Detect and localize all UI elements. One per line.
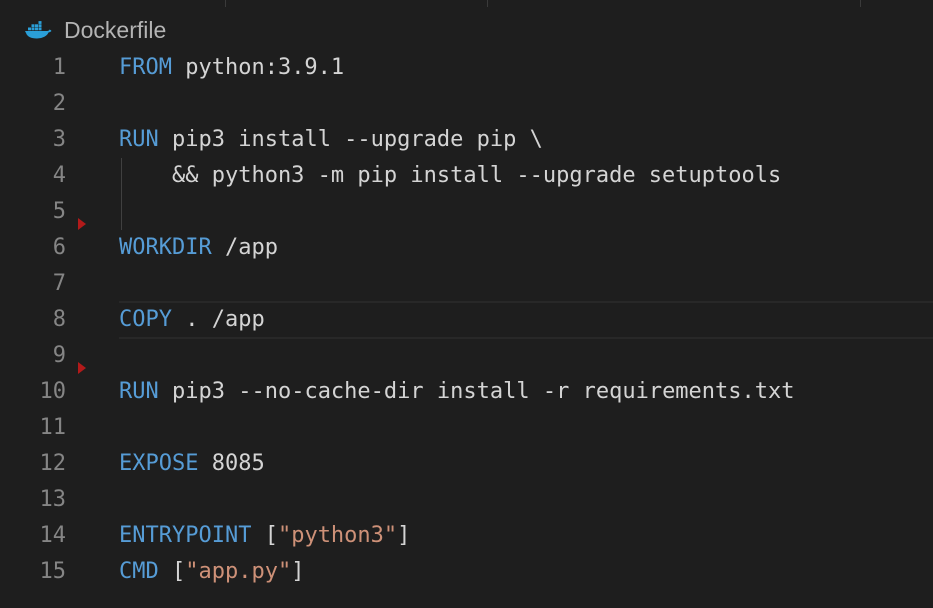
code-line[interactable]: 8 COPY . /app	[0, 302, 933, 338]
line-number: 4	[52, 163, 66, 188]
line-number: 1	[52, 55, 66, 80]
code-text[interactable]: EXPOSE 8085	[119, 446, 265, 482]
line-number: 3	[52, 127, 66, 152]
code-line[interactable]: 10 RUN pip3 --no-cache-dir install -r req…	[0, 374, 933, 410]
docker-whale-icon	[24, 20, 52, 40]
code-token: [	[158, 559, 186, 584]
code-token: python:3.9.1	[171, 55, 345, 80]
code-text[interactable]: WORKDIR /app	[119, 230, 278, 266]
tab-strip-edge	[0, 0, 933, 7]
keyword-token: FROM	[119, 55, 172, 80]
breakpoint-marker-icon[interactable]	[78, 362, 86, 374]
line-number: 5	[52, 199, 66, 224]
code-editor[interactable]: 1 FROM python:3.9.1 2 3 RUN pip3 install --u…	[0, 50, 933, 608]
breadcrumb[interactable]: Dockerfile	[24, 14, 166, 46]
code-token: /app	[211, 235, 278, 260]
editor-window: Dockerfile 1 FROM python:3.9.1 2 3 RUN pip3 …	[0, 0, 933, 608]
tab-divider	[860, 0, 861, 7]
code-text[interactable]: RUN pip3 install --upgrade pip \	[119, 122, 543, 158]
tab-divider	[487, 0, 488, 7]
line-number: 6	[52, 235, 66, 260]
line-number: 15	[39, 559, 67, 584]
string-token: "app.py"	[185, 559, 292, 584]
code-line[interactable]: 4 && python3 -m pip install --upgrade se…	[0, 158, 933, 194]
code-token: pip3 install --upgrade pip \	[158, 127, 543, 152]
code-text[interactable]: CMD ["app.py"]	[119, 554, 304, 590]
code-line[interactable]: 3 RUN pip3 install --upgrade pip \	[0, 122, 933, 158]
code-token: ]	[291, 559, 305, 584]
line-number: 11	[39, 415, 67, 440]
keyword-token: WORKDIR	[119, 235, 212, 260]
code-line[interactable]: 6 WORKDIR /app	[0, 230, 933, 266]
keyword-token: COPY	[119, 307, 172, 332]
line-number: 12	[39, 451, 67, 476]
line-number: 2	[52, 91, 66, 116]
keyword-token: ENTRYPOINT	[119, 523, 252, 548]
keyword-token: RUN	[119, 127, 159, 152]
code-line[interactable]: 1 FROM python:3.9.1	[0, 50, 933, 86]
code-line[interactable]: 14 ENTRYPOINT ["python3"]	[0, 518, 933, 554]
code-text[interactable]: COPY . /app	[119, 302, 265, 338]
line-number: 7	[52, 271, 66, 296]
code-line[interactable]: 15 CMD ["app.py"]	[0, 554, 933, 590]
breakpoint-marker-icon[interactable]	[78, 218, 86, 230]
keyword-token: RUN	[119, 379, 159, 404]
line-number: 13	[39, 487, 67, 512]
code-line[interactable]: 13	[0, 482, 933, 518]
code-line[interactable]: 12 EXPOSE 8085	[0, 446, 933, 482]
code-line[interactable]: 9	[0, 338, 933, 374]
code-token: [	[251, 523, 278, 548]
code-token: 8085	[211, 451, 265, 476]
code-text[interactable]: ENTRYPOINT ["python3"]	[119, 518, 410, 554]
keyword-token: CMD	[119, 559, 159, 584]
line-number: 10	[39, 379, 67, 404]
code-line[interactable]: 5	[0, 194, 933, 230]
code-token: ]	[397, 523, 411, 548]
line-number: 14	[39, 523, 67, 548]
code-line[interactable]: 7	[0, 266, 933, 302]
code-token: . /app	[171, 307, 265, 332]
code-text[interactable]: RUN pip3 --no-cache-dir install -r requi…	[119, 374, 795, 410]
string-token: "python3"	[277, 523, 398, 548]
tab-divider	[225, 0, 226, 7]
code-text[interactable]: FROM python:3.9.1	[119, 50, 344, 86]
code-text[interactable]: && python3 -m pip install --upgrade setu…	[119, 158, 781, 194]
code-token: pip3 --no-cache-dir install -r requireme…	[158, 379, 795, 404]
line-number: 9	[52, 343, 66, 368]
code-line[interactable]: 11	[0, 410, 933, 446]
code-token: && python3 -m pip install --upgrade setu…	[119, 163, 782, 188]
breadcrumb-filename[interactable]: Dockerfile	[64, 17, 166, 44]
code-line[interactable]: 2	[0, 86, 933, 122]
line-number: 8	[52, 307, 66, 332]
keyword-token: EXPOSE	[119, 451, 199, 476]
